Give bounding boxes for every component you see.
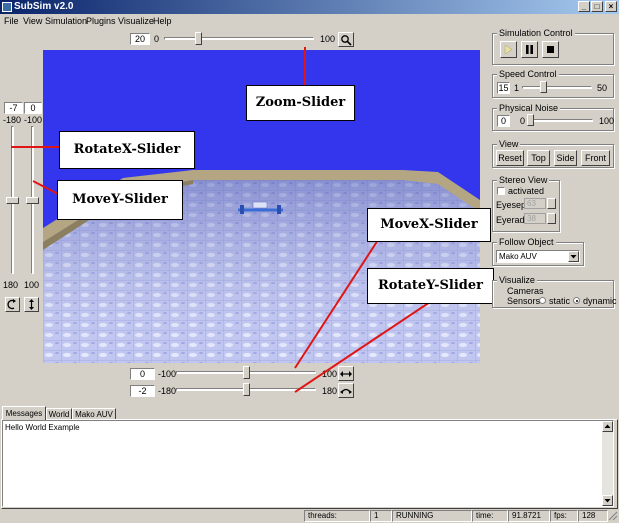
message-text: Hello World Example — [5, 423, 80, 432]
chevron-down-icon — [604, 499, 611, 503]
stereo-activated-label: activated — [508, 186, 545, 196]
stereo-view-title: Stereo View — [497, 175, 550, 185]
status-time-label: time: — [472, 510, 508, 522]
noise-value[interactable]: 0 — [497, 115, 510, 127]
noise-min: 0 — [520, 116, 526, 126]
speed-value[interactable]: 15 — [497, 82, 510, 94]
sensors-static-label: static — [549, 296, 571, 306]
rotate-x-slider-annotation: RotateX-Slider — [59, 131, 195, 169]
stop-icon — [547, 46, 554, 53]
play-button[interactable] — [500, 41, 517, 58]
scroll-down-button[interactable] — [602, 495, 613, 506]
chevron-up-icon — [604, 424, 611, 428]
speed-min: 1 — [514, 83, 520, 93]
eyesep-input[interactable]: 63 — [524, 198, 546, 209]
visualize-group: Visualize Cameras Sensors static dynamic — [492, 275, 617, 308]
eyerad-input[interactable]: 38 — [524, 213, 546, 224]
eyerad-label: Eyerad: — [496, 215, 528, 225]
stop-button[interactable] — [542, 41, 559, 58]
simulation-control-title: Simulation Control — [497, 28, 575, 38]
scroll-up-button[interactable] — [602, 421, 613, 432]
status-threads-label: threads: — [304, 510, 370, 522]
move-x-slider-annotation: MoveX-Slider — [367, 208, 491, 242]
status-state: RUNNING — [392, 510, 472, 522]
chevron-down-icon — [570, 255, 577, 259]
sensors-dynamic-radio[interactable] — [573, 297, 580, 304]
zoom-slider-annotation: Zoom-Slider — [246, 85, 355, 121]
resize-grip[interactable] — [608, 511, 618, 521]
noise-max: 100 — [599, 116, 615, 126]
sensors-label: Sensors — [507, 296, 541, 306]
view-title: View — [497, 139, 521, 149]
sensors-static-radio[interactable] — [539, 297, 546, 304]
messages-textarea[interactable]: Hello World Example — [2, 420, 614, 507]
dropdown-arrow-button[interactable] — [568, 251, 579, 262]
cameras-label: Cameras — [507, 286, 544, 296]
follow-object-group: Follow Object Mako AUV — [492, 237, 584, 266]
status-time: 91.8721 — [508, 510, 550, 522]
resize-grip-icon — [608, 511, 618, 521]
noise-slider[interactable] — [527, 114, 595, 127]
view-side-button[interactable]: Side — [554, 150, 577, 166]
follow-object-select[interactable]: Mako AUV — [496, 250, 580, 263]
follow-object-selected: Mako AUV — [499, 252, 537, 261]
visualize-title: Visualize — [497, 275, 537, 285]
view-front-button[interactable]: Front — [581, 150, 610, 166]
sensors-dynamic-label: dynamic — [583, 296, 617, 306]
eyerad-spinner[interactable] — [547, 213, 556, 224]
follow-object-title: Follow Object — [497, 237, 556, 247]
status-threads: 1 — [370, 510, 392, 522]
play-icon — [504, 44, 513, 55]
view-group: View Reset Top Side Front — [492, 139, 614, 168]
speed-control-group: Speed Control 15 1 50 — [492, 69, 614, 98]
messages-scrollbar[interactable] — [602, 421, 613, 506]
stereo-view-group: Stereo View activated Eyesep: 63 Eyerad:… — [492, 175, 560, 232]
speed-control-title: Speed Control — [497, 69, 559, 79]
stereo-activated-checkbox[interactable] — [497, 187, 505, 195]
rotate-y-slider-annotation: RotateY-Slider — [367, 268, 494, 304]
physical-noise-group: Physical Noise 0 0 100 — [492, 103, 615, 131]
speed-slider-thumb[interactable] — [540, 81, 547, 93]
move-y-slider-annotation: MoveY-Slider — [57, 180, 183, 220]
view-top-button[interactable]: Top — [527, 150, 550, 166]
speed-slider[interactable] — [522, 81, 594, 94]
status-fps-label: fps: — [550, 510, 578, 522]
view-reset-button[interactable]: Reset — [496, 150, 524, 166]
pause-icon — [526, 45, 533, 54]
physical-noise-title: Physical Noise — [497, 103, 561, 113]
simulation-control-group: Simulation Control — [492, 28, 614, 65]
speed-max: 50 — [597, 83, 608, 93]
noise-slider-thumb[interactable] — [527, 114, 534, 126]
status-fps: 128 — [578, 510, 608, 522]
pause-button[interactable] — [521, 41, 538, 58]
tab-messages[interactable]: Messages — [2, 406, 46, 420]
eyesep-spinner[interactable] — [547, 198, 556, 209]
